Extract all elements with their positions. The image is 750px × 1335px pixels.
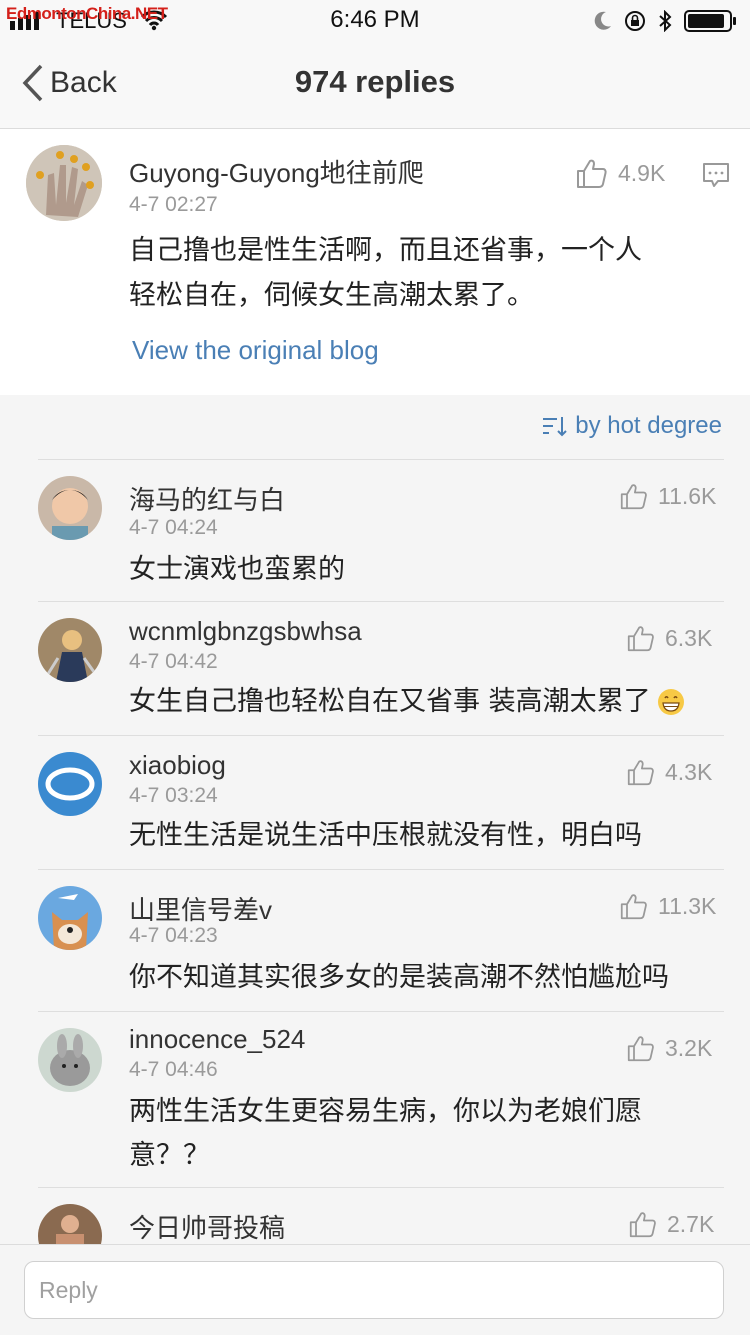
thumbs-up-icon bbox=[627, 1036, 654, 1062]
grin-emoji-icon bbox=[657, 689, 684, 715]
like-count: 11.3K bbox=[658, 892, 717, 919]
like-button[interactable]: 4.3K bbox=[627, 758, 712, 786]
reply-bar bbox=[0, 1244, 750, 1335]
page-title: 974 replies bbox=[294, 64, 456, 99]
rotation-lock-icon bbox=[625, 11, 645, 31]
comment-text-line: 意？？ bbox=[129, 1140, 210, 1171]
like-button[interactable]: 6.3K bbox=[627, 624, 712, 652]
moon-icon bbox=[594, 11, 611, 30]
like-count: 4.3K bbox=[665, 758, 713, 785]
avatar[interactable] bbox=[38, 618, 102, 682]
like-button[interactable]: 11.6K bbox=[620, 482, 716, 510]
battery-icon bbox=[684, 10, 736, 32]
comment-text: 女生自己撸也轻松自在又省事 装高潮太累了 bbox=[129, 680, 685, 724]
like-count: 2.7K bbox=[667, 1210, 715, 1237]
username[interactable]: 今日帅哥投稿 bbox=[129, 1208, 285, 1244]
divider bbox=[38, 459, 724, 460]
thumbs-up-icon bbox=[577, 159, 607, 188]
thumbs-up-icon bbox=[627, 760, 654, 786]
comment-text-body: 女生自己撸也轻松自在又省事 装高潮太累了 bbox=[129, 686, 651, 717]
avatar-image bbox=[26, 145, 102, 221]
avatar[interactable] bbox=[38, 752, 102, 816]
thumbs-up-icon bbox=[620, 484, 647, 510]
divider bbox=[38, 735, 724, 736]
username[interactable]: 山里信号差v bbox=[129, 890, 272, 927]
like-count: 3.2K bbox=[665, 1034, 713, 1061]
avatar[interactable] bbox=[38, 476, 102, 540]
avatar-image bbox=[38, 618, 102, 682]
timestamp: 4-7 03:24 bbox=[129, 784, 218, 807]
original-comment: Guyong-Guyong地往前爬 4-7 02:27 4.9K 自己撸也是性生… bbox=[0, 129, 750, 395]
sort-label: by hot degree bbox=[575, 412, 722, 439]
status-bar: TELUS EdmontonChina.NET 6:46 PM bbox=[0, 0, 750, 40]
avatar-image bbox=[38, 1204, 102, 1244]
timestamp: 4-7 04:23 bbox=[129, 924, 218, 947]
timestamp: 4-7 02:27 bbox=[129, 193, 218, 216]
divider bbox=[38, 1011, 724, 1012]
username[interactable]: 海马的红与白 bbox=[129, 480, 285, 517]
bluetooth-icon bbox=[659, 10, 672, 32]
divider bbox=[38, 601, 724, 602]
avatar-image bbox=[38, 752, 102, 816]
like-button[interactable]: 11.3K bbox=[620, 892, 716, 920]
thumbs-up-icon bbox=[627, 626, 654, 652]
comment-text-line: 自己撸也是性生活啊，而且还省事，一个人 bbox=[129, 235, 642, 266]
username[interactable]: wcnmlgbnzgsbwhsa bbox=[129, 616, 362, 647]
view-original-link[interactable]: View the original blog bbox=[132, 335, 379, 366]
avatar[interactable] bbox=[26, 145, 102, 221]
list-item: 今日帅哥投稿 2.7K bbox=[0, 1188, 750, 1244]
reply-input[interactable] bbox=[24, 1261, 724, 1319]
like-count: 6.3K bbox=[665, 624, 713, 651]
username[interactable]: xiaobiog bbox=[129, 750, 226, 781]
timestamp: 4-7 04:46 bbox=[129, 1058, 218, 1081]
username[interactable]: Guyong-Guyong地往前爬 bbox=[129, 153, 424, 190]
like-button[interactable]: 2.7K bbox=[629, 1210, 714, 1238]
comment-text: 女士演戏也蛮累的 bbox=[129, 554, 345, 585]
sort-toggle[interactable]: by hot degree bbox=[541, 412, 722, 440]
thumbs-up-icon bbox=[629, 1212, 656, 1238]
like-count: 11.6K bbox=[658, 482, 717, 509]
username[interactable]: innocence_524 bbox=[129, 1024, 305, 1055]
comment-text: 你不知道其实很多女的是装高潮不然怕尴尬吗 bbox=[129, 962, 669, 993]
thumbs-up-icon bbox=[620, 894, 647, 920]
timestamp: 4-7 04:24 bbox=[129, 516, 218, 539]
like-count: 4.9K bbox=[618, 159, 666, 186]
like-button[interactable]: 4.9K bbox=[576, 157, 665, 189]
comment-icon[interactable] bbox=[702, 161, 730, 189]
comment-text-line: 轻松自在，伺候女生高潮太累了。 bbox=[129, 280, 534, 311]
avatar[interactable] bbox=[38, 1028, 102, 1092]
timestamp: 4-7 04:42 bbox=[129, 650, 218, 673]
avatar-image bbox=[38, 886, 102, 950]
nav-bar: Back 974 replies bbox=[0, 40, 750, 129]
divider bbox=[38, 869, 724, 870]
comment-text-line: 两性生活女生更容易生病，你以为老娘们愿 bbox=[129, 1096, 642, 1127]
sort-icon bbox=[543, 417, 567, 437]
avatar-image bbox=[38, 476, 102, 540]
comment-text: 无性生活是说生活中压根就没有性，明白吗 bbox=[129, 820, 642, 851]
avatar[interactable] bbox=[38, 1204, 102, 1244]
like-button[interactable]: 3.2K bbox=[627, 1034, 712, 1062]
avatar-image bbox=[38, 1028, 102, 1092]
avatar[interactable] bbox=[38, 886, 102, 950]
